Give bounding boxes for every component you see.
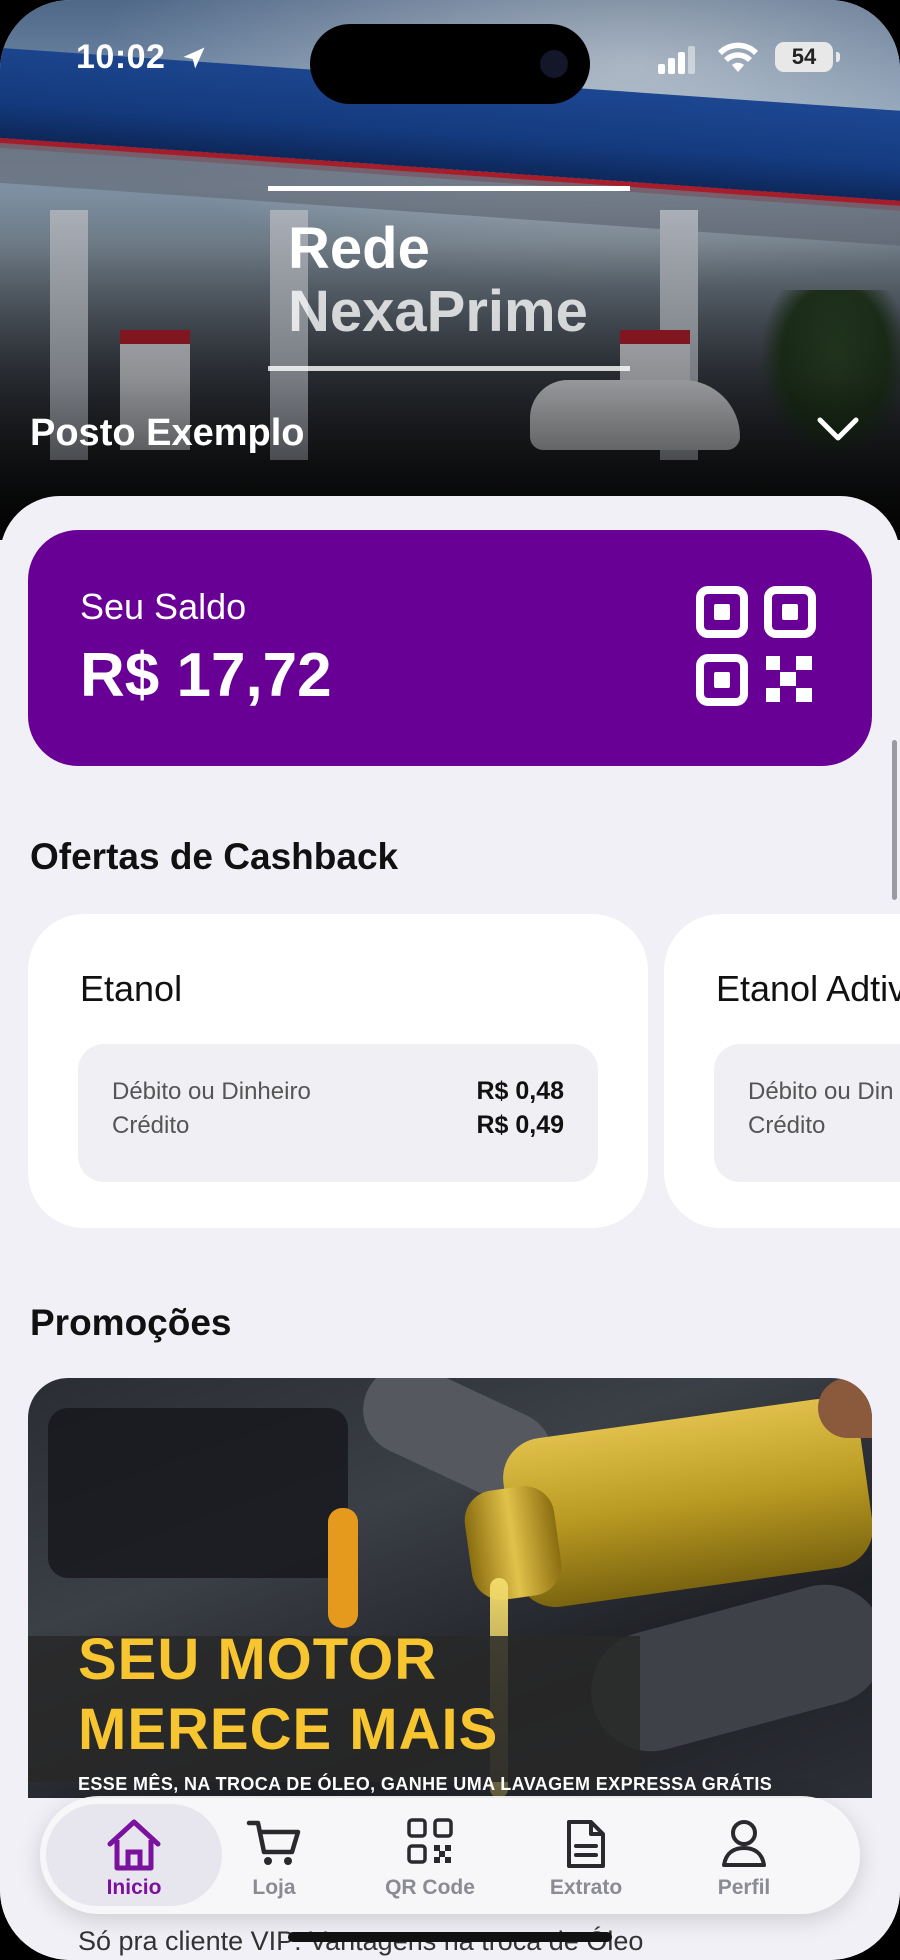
tab-qr-code[interactable]: QR Code bbox=[360, 1796, 500, 1914]
user-icon bbox=[722, 1820, 766, 1867]
home-icon bbox=[107, 1819, 161, 1871]
cashback-section-title: Ofertas de Cashback bbox=[30, 836, 399, 877]
main-content: Seu Saldo R$ 17,72 Ofertas de Cashback E… bbox=[0, 496, 900, 1960]
cellular-signal-icon bbox=[658, 46, 695, 74]
battery-indicator: 54 bbox=[775, 42, 840, 72]
brand-logo-line2: NexaPrime bbox=[288, 279, 588, 344]
tab-perfil[interactable]: Perfil bbox=[674, 1796, 814, 1914]
tab-inicio[interactable]: Inicio bbox=[46, 1804, 222, 1906]
qr-code-icon bbox=[407, 1818, 453, 1864]
cashback-offer-card[interactable]: Etanol Débito ou Dinheiro R$ 0,48 Crédit… bbox=[28, 914, 648, 1228]
logo-rule-top bbox=[268, 186, 630, 191]
offer-row-label: Débito ou Din bbox=[748, 1078, 894, 1105]
brand-logo-line1: Rede bbox=[288, 216, 430, 281]
promotions-section-title: Promoções bbox=[30, 1302, 232, 1343]
app-screen: 10:02 54 Rede NexaPrime Posto Exemplo Se… bbox=[0, 0, 900, 1960]
document-icon bbox=[567, 1820, 605, 1868]
balance-label: Seu Saldo bbox=[80, 586, 247, 627]
home-indicator[interactable] bbox=[288, 1932, 612, 1942]
tab-label: Inicio bbox=[106, 1876, 162, 1899]
logo-rule-bottom bbox=[268, 366, 630, 371]
station-selector-label[interactable]: Posto Exemplo bbox=[30, 412, 305, 455]
balance-card[interactable]: Seu Saldo R$ 17,72 bbox=[28, 530, 872, 766]
offer-row-value: R$ 0,49 bbox=[476, 1111, 564, 1139]
bottom-tab-bar: Inicio Loja QR Code Extrato Perfil bbox=[40, 1796, 860, 1914]
promo-subtitle: ESSE MÊS, NA TROCA DE ÓLEO, GANHE UMA LA… bbox=[78, 1774, 773, 1794]
tab-label: QR Code bbox=[385, 1876, 475, 1899]
offer-fuel-name: Etanol Adtiv bbox=[716, 968, 900, 1009]
dynamic-island bbox=[310, 24, 590, 104]
offer-price-box: Débito ou Din Crédito bbox=[714, 1044, 900, 1182]
offer-fuel-name: Etanol bbox=[80, 968, 183, 1009]
cart-icon bbox=[246, 1820, 301, 1865]
status-time: 10:02 bbox=[76, 38, 166, 76]
scrollbar[interactable] bbox=[892, 740, 897, 900]
qr-code-icon[interactable] bbox=[696, 586, 816, 706]
location-arrow-icon bbox=[183, 47, 205, 69]
balance-value: R$ 17,72 bbox=[80, 641, 332, 710]
wifi-icon bbox=[718, 42, 758, 72]
promo-headline-2: MERECE MAIS bbox=[78, 1697, 499, 1762]
cashback-offer-card[interactable]: Etanol Adtiv Débito ou Din Crédito bbox=[664, 914, 900, 1228]
offer-row-value: R$ 0,48 bbox=[476, 1077, 564, 1105]
offer-price-box: Débito ou Dinheiro R$ 0,48 Crédito R$ 0,… bbox=[78, 1044, 598, 1182]
offer-row-label: Débito ou Dinheiro bbox=[112, 1078, 311, 1105]
tab-loja[interactable]: Loja bbox=[204, 1796, 344, 1914]
tab-label: Perfil bbox=[717, 1876, 771, 1899]
promo-headline-1: SEU MOTOR bbox=[78, 1627, 438, 1692]
chevron-down-icon[interactable] bbox=[814, 412, 862, 448]
offer-row-label: Crédito bbox=[748, 1112, 826, 1139]
promotion-banner[interactable]: SEU MOTOR MERECE MAIS ESSE MÊS, NA TROCA… bbox=[28, 1378, 872, 1798]
tab-label: Extrato bbox=[549, 1876, 623, 1899]
offer-row-label: Crédito bbox=[112, 1112, 190, 1139]
tab-label: Loja bbox=[252, 1876, 296, 1899]
tab-extrato[interactable]: Extrato bbox=[516, 1796, 656, 1914]
